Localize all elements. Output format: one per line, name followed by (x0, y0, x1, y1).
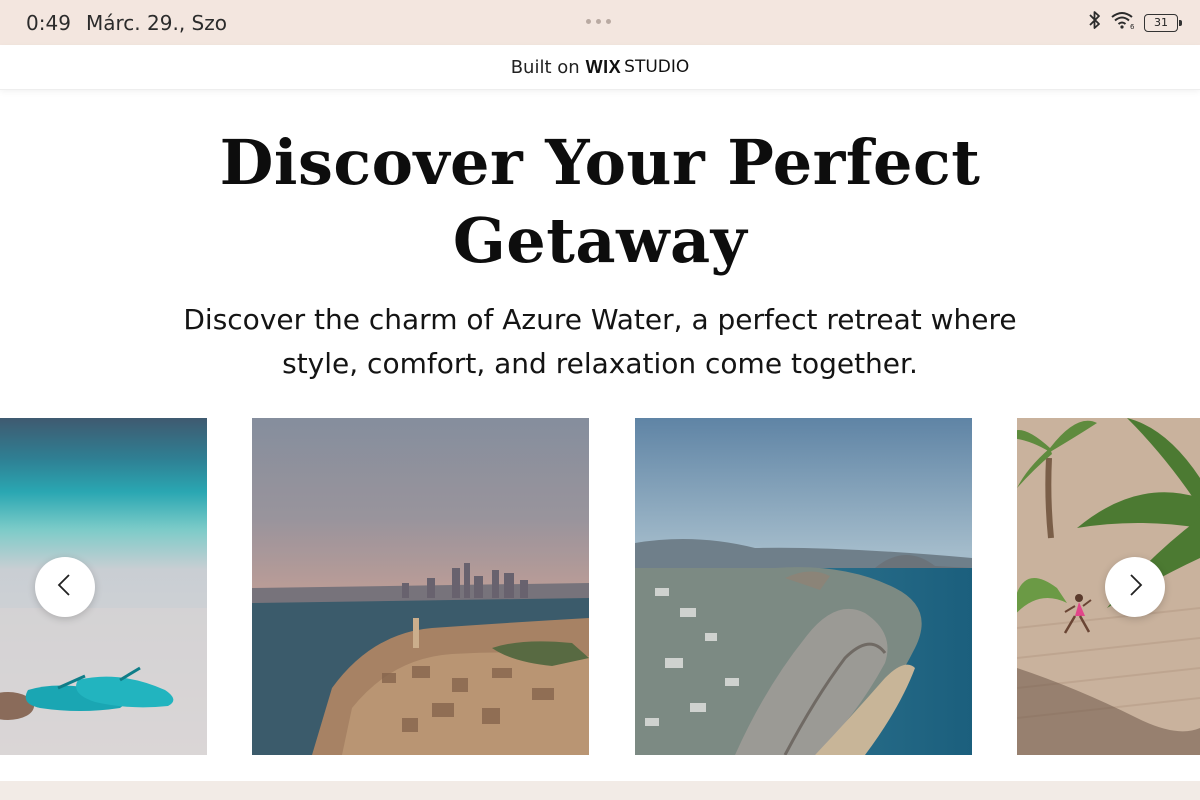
footer-strip (0, 781, 1200, 800)
coastal-old-city-photo[interactable] (252, 418, 589, 755)
gallery-next-button[interactable] (1105, 557, 1165, 617)
gallery-prev-button[interactable] (35, 557, 95, 617)
status-bar: 0:49 Márc. 29., Szo 6 31 (0, 0, 1200, 45)
svg-text:6: 6 (1130, 23, 1135, 30)
chevron-right-icon (1125, 573, 1145, 602)
beach-sandals-photo[interactable] (0, 418, 207, 755)
cliff-coastline-photo[interactable] (635, 418, 972, 755)
battery-icon: 31 (1144, 13, 1182, 32)
wix-banner[interactable]: Built on WIX STUDIO (0, 45, 1200, 90)
image-gallery (0, 418, 1200, 755)
status-time: 0:49 (26, 11, 71, 35)
built-on-label: Built on (510, 56, 580, 78)
bluetooth-icon (1088, 10, 1102, 35)
hero-subtitle: Discover the charm of Azure Water, a per… (183, 303, 1017, 380)
status-icons: 6 31 (1088, 10, 1182, 35)
wifi-icon: 6 (1110, 10, 1136, 35)
wix-studio-label: STUDIO (624, 57, 690, 77)
page-title: Discover Your Perfect Getaway (219, 126, 981, 277)
more-dots-icon[interactable] (586, 19, 611, 24)
status-date: Márc. 29., Szo (86, 11, 227, 35)
chevron-left-icon (55, 573, 75, 602)
wix-logo: WIX (585, 56, 622, 77)
